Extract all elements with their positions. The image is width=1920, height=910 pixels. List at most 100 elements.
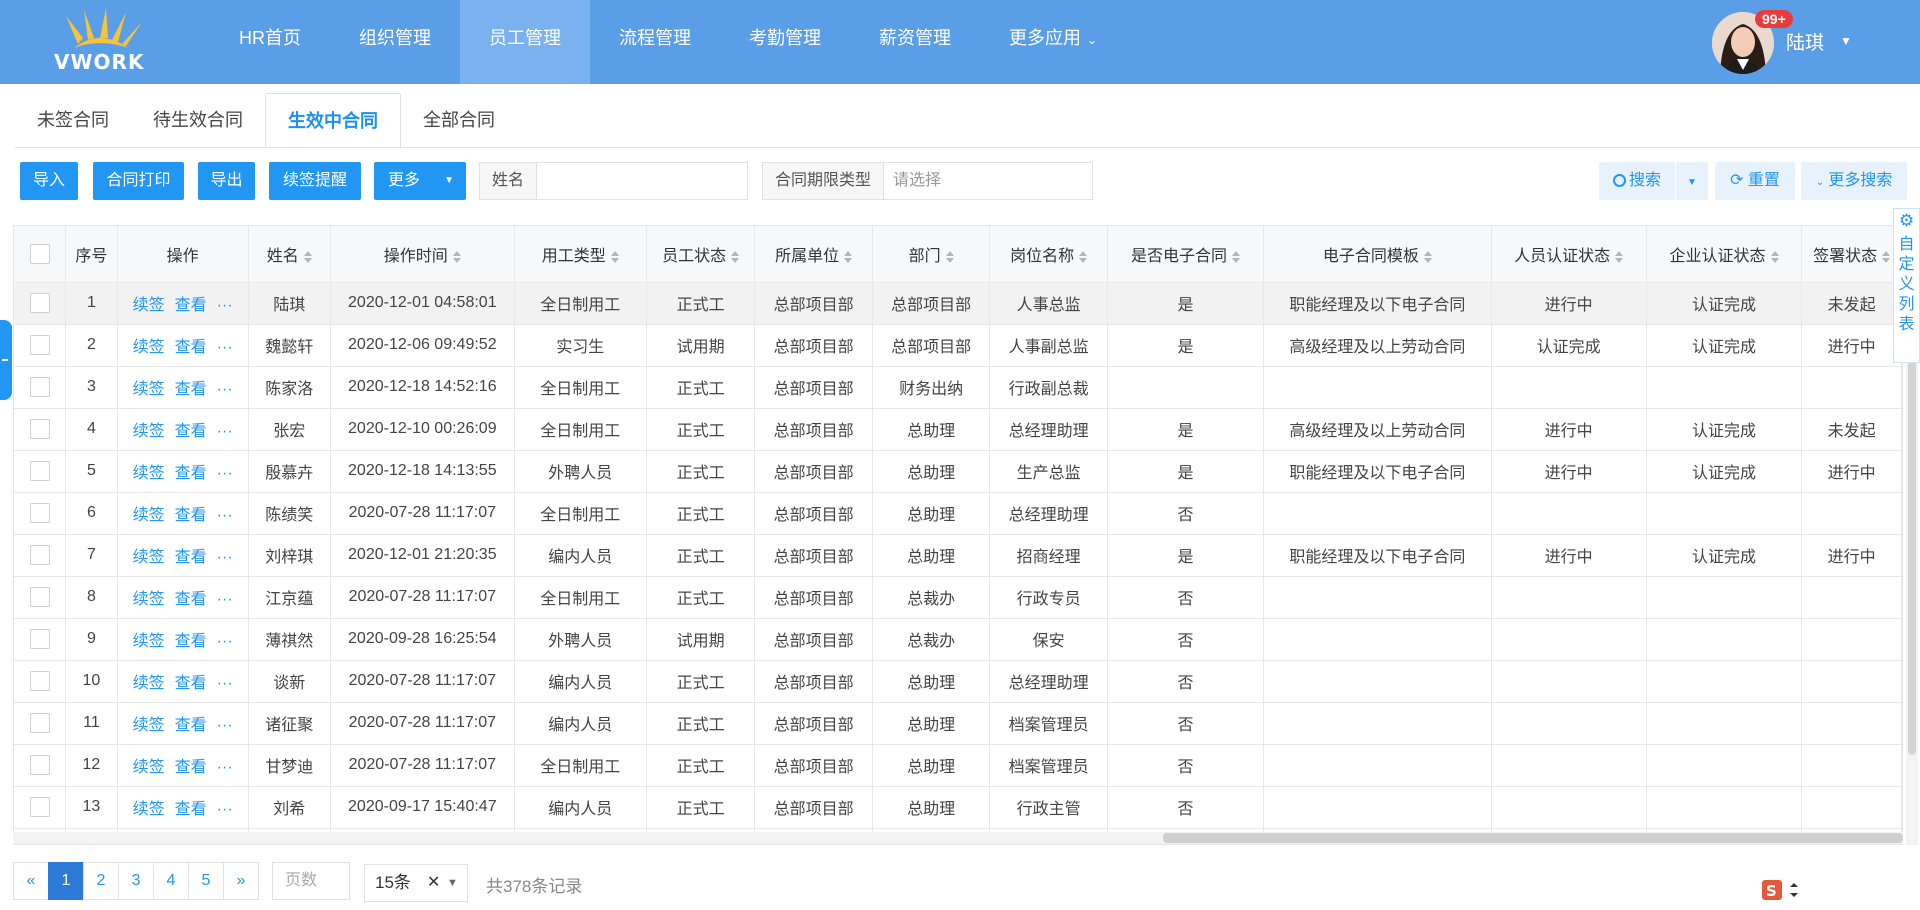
search-options-dropdown[interactable]: ▼ (1676, 162, 1708, 200)
tab-1[interactable]: 待生效合同 (131, 93, 265, 148)
view-link[interactable]: 查看 (175, 759, 207, 776)
nav-item-0[interactable]: HR首页 (210, 0, 330, 84)
row-checkbox[interactable] (29, 545, 50, 565)
prev-page-button[interactable]: « (13, 862, 49, 900)
sidebar-toggle-handle[interactable] (0, 320, 12, 400)
view-link[interactable]: 查看 (175, 423, 207, 440)
page-1-button[interactable]: 1 (48, 862, 84, 900)
next-page-button[interactable]: » (223, 862, 259, 900)
more-actions-link[interactable]: ··· (217, 633, 233, 650)
table-row[interactable]: 10 续签 查看 ··· 谈新 2020-07-28 11:17:07 编内人员 正式工 总部项… (14, 660, 1902, 703)
sort-icon[interactable] (452, 250, 461, 263)
tab-2[interactable]: 生效中合同 (265, 93, 401, 148)
view-link[interactable]: 查看 (175, 633, 207, 650)
more-actions-link[interactable]: ··· (217, 549, 233, 566)
user-menu[interactable]: 99+ 陆琪 ▼ (1710, 8, 1910, 76)
table-row[interactable]: 2 续签 查看 ··· 魏懿轩 2020-12-06 09:49:52 实习生 试用期 总部项目… (14, 324, 1902, 367)
select-all-checkbox[interactable] (29, 243, 50, 264)
table-row[interactable]: 11 续签 查看 ··· 诸征聚 2020-07-28 11:17:07 编内人员 正式工 总部… (14, 702, 1902, 745)
table-row[interactable]: 5 续签 查看 ··· 殷慕卉 2020-12-18 14:13:55 外聘人员 正式工 总部项… (14, 450, 1902, 493)
more-actions-link[interactable]: ··· (217, 759, 233, 776)
renew-link[interactable]: 续签 (133, 297, 165, 314)
horizontal-scrollbar[interactable] (13, 832, 1903, 844)
row-checkbox[interactable] (29, 293, 50, 313)
view-link[interactable]: 查看 (175, 507, 207, 524)
sort-icon[interactable] (1882, 250, 1891, 263)
username[interactable]: 陆琪 (1786, 28, 1824, 55)
more-actions-link[interactable]: ··· (217, 423, 233, 440)
contract-print-button[interactable]: 合同打印 (93, 162, 184, 200)
table-row[interactable]: 9 续签 查看 ··· 薄祺然 2020-09-28 16:25:54 外聘人员 试用期 总部项… (14, 618, 1902, 661)
more-actions-link[interactable]: ··· (217, 381, 233, 398)
row-checkbox[interactable] (29, 755, 50, 775)
sort-icon[interactable] (1770, 250, 1779, 263)
horizontal-scroll-thumb[interactable] (1163, 833, 1903, 843)
more-search-button[interactable]: ⌄ 更多搜索 (1801, 162, 1907, 200)
renew-link[interactable]: 续签 (133, 717, 165, 734)
more-actions-link[interactable]: ··· (217, 297, 233, 314)
page-4-button[interactable]: 4 (153, 862, 189, 900)
renew-link[interactable]: 续签 (133, 591, 165, 608)
page-size-select[interactable]: 15条 ✕ ▼ (364, 864, 468, 902)
row-checkbox[interactable] (29, 587, 50, 607)
tab-3[interactable]: 全部合同 (401, 93, 517, 148)
column-header[interactable]: 岗位名称 (989, 226, 1108, 283)
ime-status-icon[interactable]: S (1760, 878, 1808, 902)
more-actions-link[interactable]: ··· (217, 507, 233, 524)
view-link[interactable]: 查看 (175, 591, 207, 608)
table-row[interactable]: 1 续签 查看 ··· 陆琪 2020-12-01 04:58:01 全日制用工 正式工 总部项… (14, 282, 1902, 325)
table-row[interactable]: 8 续签 查看 ··· 江京蕴 2020-07-28 11:17:07 全日制用工 正式工 总部… (14, 576, 1902, 619)
column-header[interactable]: 员工状态 (646, 226, 756, 283)
more-actions-link[interactable]: ··· (217, 465, 233, 482)
notification-badge[interactable]: 99+ (1755, 10, 1793, 28)
sort-icon[interactable] (844, 250, 853, 263)
page-number-input[interactable] (272, 862, 350, 900)
column-header[interactable]: 用工类型 (514, 226, 647, 283)
table-row[interactable]: 13 续签 查看 ··· 刘希 2020-09-17 15:40:47 编内人员 正式工 总部项… (14, 786, 1902, 829)
row-checkbox[interactable] (29, 503, 50, 523)
renew-link[interactable]: 续签 (133, 507, 165, 524)
more-actions-link[interactable]: ··· (217, 675, 233, 692)
sort-icon[interactable] (610, 250, 619, 263)
sort-icon[interactable] (1423, 250, 1432, 263)
table-row[interactable]: 7 续签 查看 ··· 刘梓琪 2020-12-01 21:20:35 编内人员 正式工 总部项… (14, 534, 1902, 577)
clear-icon[interactable]: ✕ (427, 865, 440, 901)
view-link[interactable]: 查看 (175, 465, 207, 482)
column-header[interactable]: 签署状态 (1801, 226, 1902, 283)
nav-item-3[interactable]: 流程管理 (590, 0, 720, 84)
row-checkbox[interactable] (29, 335, 50, 355)
page-2-button[interactable]: 2 (83, 862, 119, 900)
sort-icon[interactable] (1232, 250, 1241, 263)
nav-item-1[interactable]: 组织管理 (330, 0, 460, 84)
name-input[interactable] (542, 163, 742, 199)
row-checkbox[interactable] (29, 461, 50, 481)
column-header[interactable]: 部门 (872, 226, 991, 283)
renew-link[interactable]: 续签 (133, 801, 165, 818)
import-button[interactable]: 导入 (20, 162, 78, 200)
custom-column-button[interactable]: ⚙ 自定义列表 (1893, 208, 1920, 363)
row-checkbox[interactable] (29, 629, 50, 649)
renew-remind-button[interactable]: 续签提醒 (269, 162, 361, 200)
column-header[interactable]: 所属单位 (754, 226, 873, 283)
more-actions-link[interactable]: ··· (217, 717, 233, 734)
column-header[interactable]: 操作时间 (330, 226, 515, 283)
sort-icon[interactable] (303, 250, 312, 263)
table-row[interactable]: 4 续签 查看 ··· 张宏 2020-12-10 00:26:09 全日制用工 正式工 总部项… (14, 408, 1902, 451)
reset-button[interactable]: ⟳ 重置 (1715, 162, 1795, 200)
sort-icon[interactable] (731, 250, 740, 263)
nav-item-4[interactable]: 考勤管理 (720, 0, 850, 84)
view-link[interactable]: 查看 (175, 675, 207, 692)
column-header[interactable]: 企业认证状态 (1646, 226, 1803, 283)
row-checkbox[interactable] (29, 377, 50, 397)
vwork-logo[interactable]: VWORK (50, 8, 150, 76)
row-checkbox[interactable] (29, 419, 50, 439)
column-header[interactable]: 人员认证状态 (1491, 226, 1647, 283)
page-5-button[interactable]: 5 (188, 862, 224, 900)
table-row[interactable]: 6 续签 查看 ··· 陈绩笑 2020-07-28 11:17:07 全日制用工 正式工 总部… (14, 492, 1902, 535)
row-checkbox[interactable] (29, 671, 50, 691)
renew-link[interactable]: 续签 (133, 549, 165, 566)
view-link[interactable]: 查看 (175, 297, 207, 314)
column-header[interactable]: 姓名 (248, 226, 332, 283)
renew-link[interactable]: 续签 (133, 633, 165, 650)
row-checkbox[interactable] (29, 797, 50, 817)
